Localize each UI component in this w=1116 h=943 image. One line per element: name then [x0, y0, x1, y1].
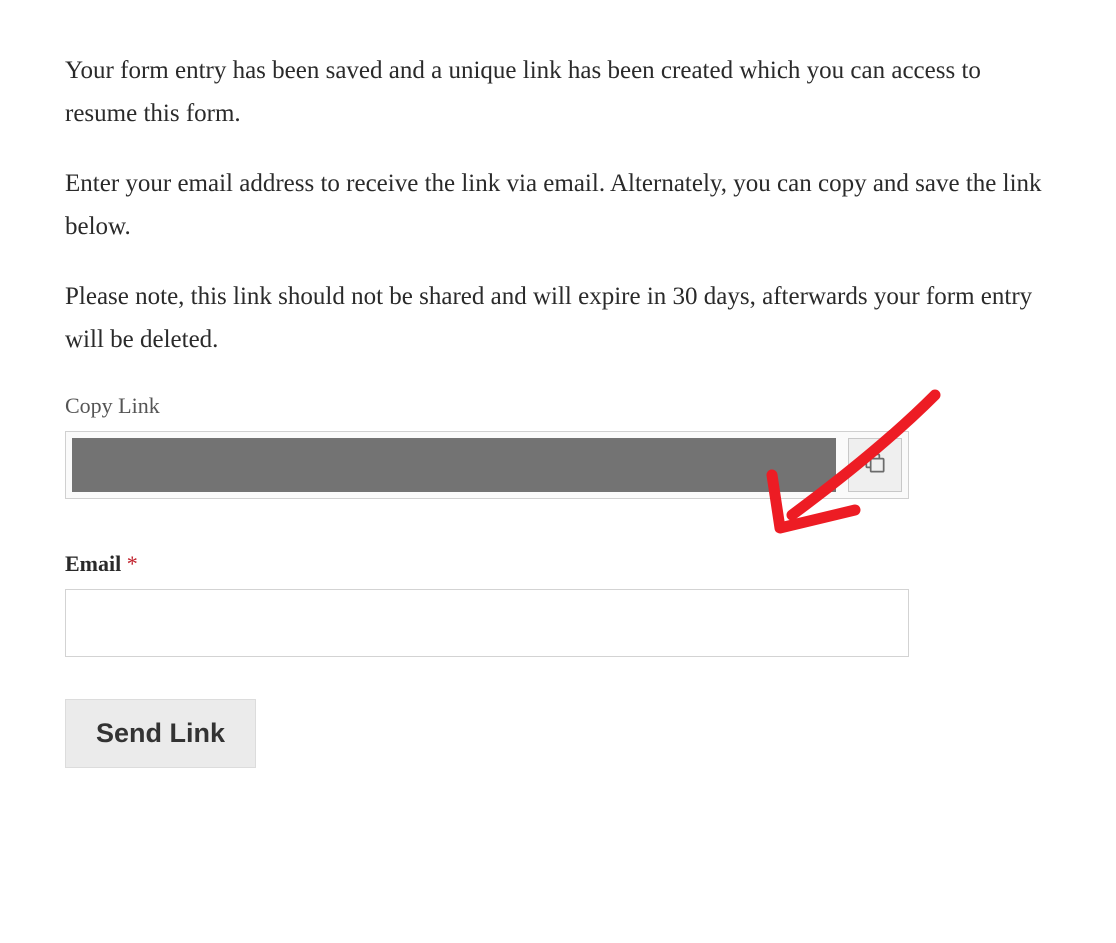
copy-link-container	[65, 431, 909, 499]
copy-link-label: Copy Link	[65, 393, 1051, 419]
send-link-button[interactable]: Send Link	[65, 699, 256, 768]
copy-button[interactable]	[848, 438, 902, 492]
copy-link-input[interactable]	[72, 438, 836, 492]
required-mark: *	[127, 551, 138, 576]
email-input[interactable]	[65, 589, 909, 657]
email-field: Email *	[65, 551, 1051, 657]
copy-link-field: Copy Link	[65, 393, 1051, 499]
email-label: Email *	[65, 551, 1051, 577]
copy-icon	[862, 450, 888, 480]
intro-paragraph-2: Enter your email address to receive the …	[65, 163, 1051, 248]
intro-paragraph-1: Your form entry has been saved and a uni…	[65, 50, 1051, 135]
email-label-text: Email	[65, 551, 121, 576]
intro-paragraph-3: Please note, this link should not be sha…	[65, 276, 1051, 361]
